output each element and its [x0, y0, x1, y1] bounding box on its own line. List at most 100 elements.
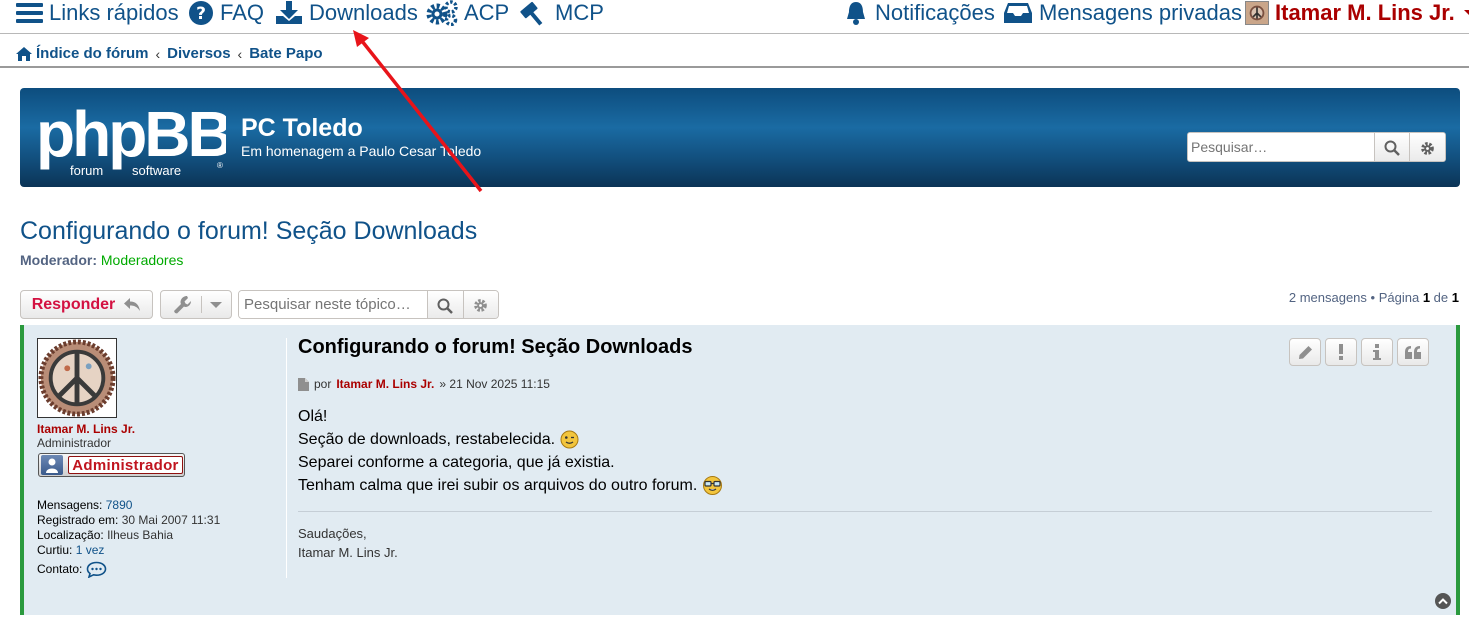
breadcrumb-forum-index[interactable]: Índice do fórum	[36, 45, 149, 62]
chevron-up-icon	[1438, 598, 1448, 605]
faq-link[interactable]: ? FAQ	[188, 0, 264, 26]
svg-text:phpBB: phpBB	[36, 98, 226, 170]
contact-label: Contato:	[37, 562, 83, 576]
topic-title[interactable]: Configurando o forum! Seção Downloads	[20, 217, 477, 246]
location-label: Localização:	[37, 528, 104, 542]
signature-line: Saudações,	[298, 526, 367, 541]
private-messages-link[interactable]: Mensagens privadas	[1003, 0, 1242, 26]
svg-text:software: software	[132, 163, 181, 176]
breadcrumb-diversos[interactable]: Diversos	[167, 45, 230, 62]
post-line-text: Seção de downloads, restabelecida.	[298, 431, 556, 448]
mcp-link[interactable]: MCP	[519, 0, 604, 26]
user-avatar[interactable]	[37, 338, 117, 418]
gavel-icon	[520, 1, 543, 26]
quick-links-menu[interactable]: Links rápidos	[16, 0, 179, 26]
private-messages-label: Mensagens privadas	[1039, 0, 1243, 25]
top-navbar: Links rápidos ? FAQ Downloads ACP MCP No…	[0, 0, 1469, 34]
download-icon	[276, 1, 302, 24]
edit-button[interactable]	[1289, 338, 1321, 366]
info-icon	[1373, 344, 1381, 360]
post-title[interactable]: Configurando o forum! Seção Downloads	[298, 336, 692, 359]
signature: Saudações, Itamar M. Lins Jr.	[298, 524, 398, 562]
pagination: 2 mensagens • Página 1 de 1	[1288, 290, 1459, 305]
post-content: Olá! Seção de downloads, restabelecida. …	[298, 405, 723, 497]
header-search	[1187, 132, 1446, 162]
location-value: Ilheus Bahia	[107, 528, 174, 542]
breadcrumb-bar: Índice do fórum ‹ Diversos ‹ Bate Papo	[0, 35, 1469, 68]
stat-location: Localização: Ilheus Bahia	[37, 528, 220, 543]
post-line: Tenham calma que irei subir os arquivos …	[298, 474, 723, 497]
header-advanced-search-button[interactable]	[1409, 133, 1445, 161]
stat-posts: Mensagens: 7890	[37, 498, 220, 513]
user-avatar-small	[1245, 1, 1269, 25]
file-icon[interactable]	[298, 377, 309, 391]
back-to-top-button[interactable]	[1435, 593, 1451, 609]
post-author-link[interactable]: Itamar M. Lins Jr.	[336, 377, 434, 391]
search-icon	[1384, 140, 1401, 156]
post-author-rank: Administrador	[37, 436, 112, 450]
header-search-button[interactable]	[1373, 133, 1410, 161]
header-banner: phpBB forum software ® PC Toledo Em home…	[20, 88, 1460, 187]
stat-joined: Registrado em: 30 Mai 2007 11:31	[37, 513, 220, 528]
bell-icon	[847, 2, 865, 25]
caret-down-icon	[1463, 10, 1469, 16]
chat-bubble-icon[interactable]	[86, 561, 107, 578]
svg-text:forum: forum	[70, 163, 103, 176]
topic-advanced-search-button[interactable]	[462, 291, 498, 318]
signature-line: Itamar M. Lins Jr.	[298, 545, 398, 560]
caret-down-icon	[210, 301, 222, 308]
downloads-link[interactable]: Downloads	[275, 0, 418, 26]
post-line: Seção de downloads, restabelecida.	[298, 428, 723, 451]
post-author-line: por Itamar M. Lins Jr. » 21 Nov 2025 11:…	[298, 377, 550, 391]
mcp-label: MCP	[555, 0, 604, 25]
likes-link[interactable]: 1 vez	[76, 543, 105, 557]
report-button[interactable]	[1325, 338, 1357, 366]
acp-label: ACP	[464, 0, 510, 25]
user-menu[interactable]: Itamar M. Lins Jr.	[1245, 0, 1469, 26]
topic-tools-button[interactable]	[160, 290, 232, 319]
question-circle-icon: ?	[189, 1, 213, 25]
joined-label: Registrado em:	[37, 513, 119, 527]
topic-search	[238, 290, 499, 319]
header-search-input[interactable]	[1188, 133, 1374, 161]
quote-button[interactable]	[1397, 338, 1429, 366]
moderator-label: Moderador:	[20, 252, 97, 268]
notifications-label: Notificações	[875, 0, 995, 25]
posts-count-link[interactable]: 7890	[106, 498, 133, 512]
quote-icon	[1405, 345, 1421, 359]
post-line: Olá!	[298, 408, 328, 425]
current-page: 1	[1422, 290, 1431, 305]
reply-button[interactable]: Responder	[20, 290, 153, 319]
wink-smiley-icon	[560, 430, 579, 449]
cogs-icon	[426, 0, 458, 26]
joined-value: 30 Mai 2007 11:31	[121, 513, 221, 527]
page-label: Página	[1378, 290, 1420, 305]
quick-links-label: Links rápidos	[49, 0, 179, 25]
total-pages: 1	[1451, 290, 1459, 305]
hamburger-icon	[16, 3, 43, 23]
downloads-label: Downloads	[309, 0, 418, 25]
breadcrumb: Índice do fórum ‹ Diversos ‹ Bate Papo	[16, 45, 323, 62]
topic-search-button[interactable]	[427, 291, 463, 318]
info-button[interactable]	[1361, 338, 1393, 366]
post-author-name[interactable]: Itamar M. Lins Jr.	[37, 422, 135, 436]
user-icon	[41, 455, 63, 475]
breadcrumb-separator: ‹	[155, 45, 161, 62]
post-profile: Itamar M. Lins Jr. Administrador Adminis…	[37, 338, 287, 578]
inbox-icon	[1004, 3, 1032, 23]
phpbb-logo[interactable]: phpBB forum software ®	[36, 96, 226, 176]
notifications-link[interactable]: Notificações	[843, 0, 995, 26]
moderator-link[interactable]: Moderadores	[101, 252, 184, 268]
stat-likes: Curtiu: 1 vez	[37, 543, 220, 558]
author-stats: Mensagens: 7890 Registrado em: 30 Mai 20…	[37, 498, 220, 578]
breadcrumb-bate-papo[interactable]: Bate Papo	[249, 45, 322, 62]
breadcrumb-separator: ‹	[237, 45, 243, 62]
likes-label: Curtiu:	[37, 543, 73, 557]
by-label: por	[314, 377, 332, 391]
site-title[interactable]: PC Toledo	[241, 114, 363, 143]
topic-search-input[interactable]	[239, 291, 427, 318]
rank-badge: Administrador	[38, 453, 185, 477]
acp-link[interactable]: ACP	[426, 0, 509, 26]
reply-icon	[124, 298, 141, 311]
topic-moderators: Moderador: Moderadores	[20, 252, 183, 268]
